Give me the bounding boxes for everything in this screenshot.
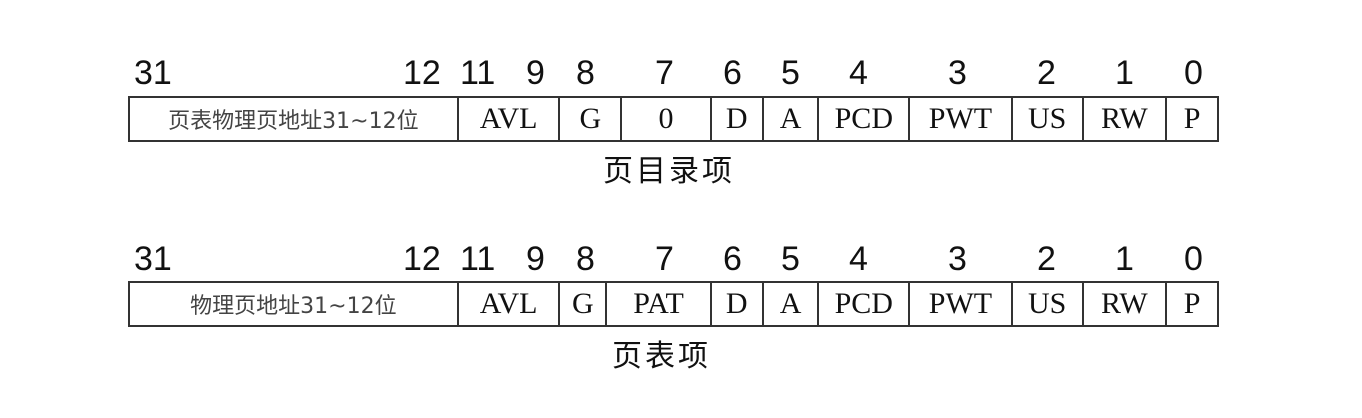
bit-number: 31 bbox=[134, 54, 172, 92]
caption-page-directory-entry: 页目录项 bbox=[603, 154, 735, 189]
caption-page-table-entry: 页表项 bbox=[612, 339, 711, 374]
bit-number: 11 bbox=[460, 240, 496, 278]
field-pwt: PWT bbox=[908, 283, 1011, 325]
field-physical-page-address: 物理页地址31~12位 bbox=[190, 294, 397, 319]
bit-number: 7 bbox=[655, 54, 674, 92]
bit-number: 2 bbox=[1037, 240, 1056, 278]
bit-number: 8 bbox=[576, 240, 595, 278]
field-pcd: PCD bbox=[817, 283, 908, 325]
entry-fields-row: 物理页地址31~12位 AVL G PAT D A PCD PWT US RW … bbox=[128, 281, 1219, 327]
bit-number: 5 bbox=[781, 54, 800, 92]
field-pat: PAT bbox=[605, 283, 710, 325]
bit-number: 9 bbox=[526, 240, 545, 278]
bit-number: 4 bbox=[849, 240, 868, 278]
field-pwt: PWT bbox=[908, 98, 1011, 140]
bit-number: 3 bbox=[948, 240, 967, 278]
field-a: A bbox=[761, 283, 818, 325]
bit-number: 11 bbox=[460, 54, 496, 92]
field-rw: RW bbox=[1081, 98, 1166, 140]
bit-number: 6 bbox=[723, 54, 742, 92]
field-p: P bbox=[1165, 98, 1217, 140]
field-us: US bbox=[1010, 98, 1082, 140]
bit-number: 31 bbox=[134, 240, 172, 278]
field-d: D bbox=[709, 283, 762, 325]
page-entry-diagram: 31 12 11 9 8 7 6 5 4 3 2 1 0 页表物理页地址31~1… bbox=[0, 0, 1362, 418]
field-g: G bbox=[558, 283, 605, 325]
field-p: P bbox=[1165, 283, 1217, 325]
bit-number: 2 bbox=[1037, 54, 1056, 92]
bit-number: 1 bbox=[1115, 54, 1134, 92]
field-us: US bbox=[1010, 283, 1082, 325]
field-page-table-address: 页表物理页地址31~12位 bbox=[168, 109, 419, 134]
field-d: D bbox=[709, 98, 762, 140]
bit-number: 6 bbox=[723, 240, 742, 278]
bit-number: 3 bbox=[948, 54, 967, 92]
field-avl: AVL bbox=[456, 283, 559, 325]
bit-number: 12 bbox=[403, 54, 441, 92]
field-rw: RW bbox=[1081, 283, 1166, 325]
bit-number: 8 bbox=[576, 54, 595, 92]
field-pcd: PCD bbox=[817, 98, 908, 140]
bit-number: 12 bbox=[403, 240, 441, 278]
field-avl: AVL bbox=[456, 98, 559, 140]
entry-fields-row: 页表物理页地址31~12位 AVL G 0 D A PCD PWT US RW … bbox=[128, 96, 1219, 142]
bit-number: 9 bbox=[526, 54, 545, 92]
field-reserved-zero: 0 bbox=[620, 98, 710, 140]
bit-number: 0 bbox=[1184, 54, 1203, 92]
field-g: G bbox=[558, 98, 620, 140]
bit-number: 0 bbox=[1184, 240, 1203, 278]
field-a: A bbox=[761, 98, 818, 140]
bit-number: 5 bbox=[781, 240, 800, 278]
bit-number: 7 bbox=[655, 240, 674, 278]
bit-number: 1 bbox=[1115, 240, 1134, 278]
bit-number: 4 bbox=[849, 54, 868, 92]
